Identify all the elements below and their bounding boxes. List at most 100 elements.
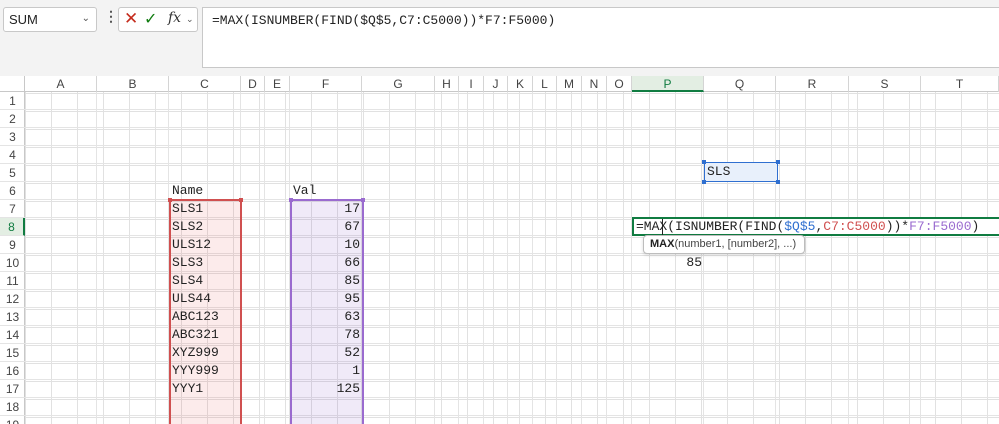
- val-cell[interactable]: 63: [292, 308, 360, 326]
- column-header-j[interactable]: J: [484, 76, 508, 92]
- formula-input[interactable]: =MAX(ISNUMBER(FIND($Q$5,C7:C5000))*F7:F5…: [202, 7, 999, 68]
- row-header-5[interactable]: 5: [0, 164, 25, 182]
- val-cell[interactable]: 125: [292, 380, 360, 398]
- row-header-18[interactable]: 18: [0, 398, 25, 416]
- lookup-cell-q5[interactable]: SLS: [702, 160, 780, 184]
- gridline-horizontal: [25, 145, 999, 146]
- row-header-13[interactable]: 13: [0, 308, 25, 326]
- column-header-t[interactable]: T: [921, 76, 999, 92]
- result-cell-p10[interactable]: 85: [632, 254, 702, 272]
- name-box[interactable]: SUM ⌄: [3, 7, 97, 32]
- val-cell[interactable]: 52: [292, 344, 360, 362]
- range-handle[interactable]: [702, 180, 706, 184]
- val-cell[interactable]: 17: [292, 200, 360, 218]
- column-header-d[interactable]: D: [241, 76, 265, 92]
- column-header-p[interactable]: P: [632, 76, 704, 92]
- enter-check-icon[interactable]: ✓: [144, 9, 157, 29]
- val-cell[interactable]: 67: [292, 218, 360, 236]
- chevron-down-icon[interactable]: ⌄: [82, 13, 90, 24]
- val-cell[interactable]: 10: [292, 236, 360, 254]
- gridline-vertical: [434, 92, 435, 424]
- formula-part: ISNUMBER(: [675, 219, 746, 234]
- val-cell[interactable]: 78: [292, 326, 360, 344]
- column-header-g[interactable]: G: [362, 76, 435, 92]
- name-cell[interactable]: SLS1: [172, 200, 203, 218]
- tooltip-func[interactable]: MAX: [650, 238, 674, 250]
- range-handle[interactable]: [776, 180, 780, 184]
- name-cell[interactable]: ABC123: [172, 308, 219, 326]
- column-header-l[interactable]: L: [533, 76, 557, 92]
- column-header-i[interactable]: I: [459, 76, 484, 92]
- row-header-10[interactable]: 10: [0, 254, 25, 272]
- val-cell[interactable]: 66: [292, 254, 360, 272]
- active-cell-editor[interactable]: =MAX(ISNUMBER(FIND($Q$5,C7:C5000))*F7:F5…: [632, 217, 999, 236]
- row-header-7[interactable]: 7: [0, 200, 25, 218]
- cancel-icon[interactable]: ✕: [124, 9, 138, 29]
- gridline-vertical: [264, 92, 265, 424]
- gridline-horizontal: [25, 127, 999, 128]
- row-header-3[interactable]: 3: [0, 128, 25, 146]
- row-header-14[interactable]: 14: [0, 326, 25, 344]
- header-val[interactable]: Val: [293, 182, 316, 200]
- name-cell[interactable]: SLS2: [172, 218, 203, 236]
- gridline-vertical: [606, 92, 607, 424]
- gridline-vertical: [507, 92, 508, 424]
- name-cell[interactable]: ULS12: [172, 236, 211, 254]
- name-cell[interactable]: SLS4: [172, 272, 203, 290]
- name-cell[interactable]: SLS3: [172, 254, 203, 272]
- formula-part: =MAX(: [636, 219, 676, 234]
- row-header-17[interactable]: 17: [0, 380, 25, 398]
- name-cell[interactable]: YYY999: [172, 362, 219, 380]
- column-header-n[interactable]: N: [582, 76, 607, 92]
- column-header-o[interactable]: O: [607, 76, 632, 92]
- name-box-value: SUM: [9, 12, 38, 27]
- column-header-c[interactable]: C: [169, 76, 241, 92]
- name-cell[interactable]: XYZ999: [172, 344, 219, 362]
- val-cell[interactable]: 85: [292, 272, 360, 290]
- gridline-vertical: [483, 92, 484, 424]
- row-header-12[interactable]: 12: [0, 290, 25, 308]
- row-header-2[interactable]: 2: [0, 110, 25, 128]
- select-all-corner[interactable]: [0, 76, 25, 92]
- name-cell[interactable]: ABC321: [172, 326, 219, 344]
- formula-ref-q5: $Q$5: [784, 219, 816, 234]
- range-handle[interactable]: [239, 198, 243, 202]
- name-cell[interactable]: ULS44: [172, 290, 211, 308]
- spreadsheet-grid[interactable]: ABCDEFGHIJKLMNOPQRST 1 2 3 4 5 6 7 8 9 10 11 12 13 14…: [0, 76, 999, 424]
- gridline-vertical: [458, 92, 459, 424]
- column-header-e[interactable]: E: [265, 76, 290, 92]
- row-header-16[interactable]: 16: [0, 362, 25, 380]
- function-tooltip[interactable]: MAX(number1, [number2], ...): [643, 235, 805, 254]
- insert-function-icon[interactable]: fx: [168, 10, 181, 26]
- column-header-h[interactable]: H: [435, 76, 459, 92]
- gridline-vertical: [532, 92, 533, 424]
- row-header-1[interactable]: 1: [0, 92, 25, 110]
- row-header-15[interactable]: 15: [0, 344, 25, 362]
- column-header-r[interactable]: R: [776, 76, 849, 92]
- more-options-icon[interactable]: ⋮: [104, 8, 118, 25]
- formula-text: =MAX(ISNUMBER(FIND($Q$5,C7:C5000))*F7:F5…: [212, 13, 556, 28]
- column-header-m[interactable]: M: [557, 76, 582, 92]
- val-cell[interactable]: 1: [292, 362, 360, 380]
- range-handle[interactable]: [361, 198, 365, 202]
- row-header-8[interactable]: 8: [0, 218, 25, 236]
- row-header-4[interactable]: 4: [0, 146, 25, 164]
- column-header-k[interactable]: K: [508, 76, 533, 92]
- val-cell[interactable]: 95: [292, 290, 360, 308]
- row-header-19[interactable]: 19: [0, 416, 25, 424]
- row-header-9[interactable]: 9: [0, 236, 25, 254]
- range-handle[interactable]: [702, 160, 706, 164]
- column-header-b[interactable]: B: [97, 76, 169, 92]
- column-header-s[interactable]: S: [849, 76, 921, 92]
- name-cell[interactable]: YYY1: [172, 380, 203, 398]
- range-handle[interactable]: [776, 160, 780, 164]
- column-header-a[interactable]: A: [25, 76, 97, 92]
- row-header-11[interactable]: 11: [0, 272, 25, 290]
- chevron-down-icon[interactable]: ⌄: [186, 14, 194, 25]
- column-header-q[interactable]: Q: [704, 76, 776, 92]
- header-name[interactable]: Name: [172, 182, 203, 200]
- tooltip-args: (number1, [number2], ...): [674, 238, 797, 250]
- row-header-6[interactable]: 6: [0, 182, 25, 200]
- gridline-vertical: [581, 92, 582, 424]
- column-header-f[interactable]: F: [290, 76, 362, 92]
